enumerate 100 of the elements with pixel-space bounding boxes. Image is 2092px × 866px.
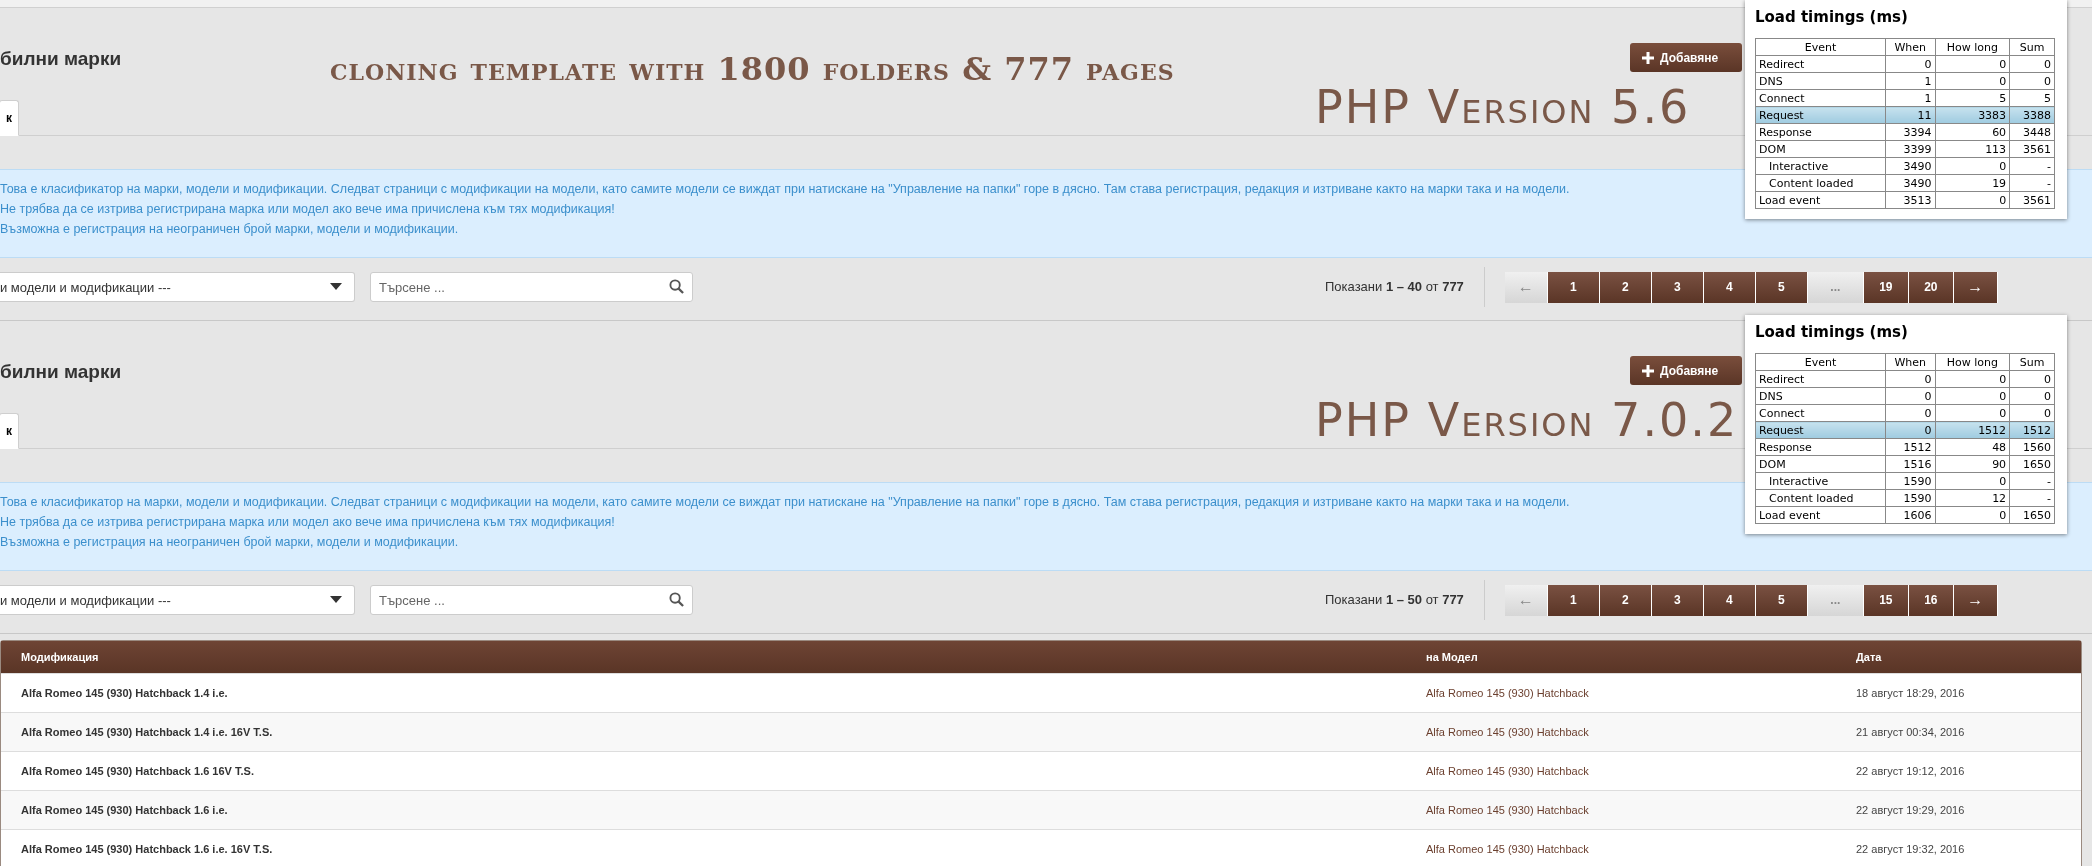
table-cell: 0	[1885, 370, 1935, 388]
table-cell: 1	[1885, 72, 1935, 90]
column-header: на Модел	[1426, 651, 1479, 663]
page-button[interactable]: 4	[1703, 584, 1756, 616]
page-button[interactable]: 5	[1755, 584, 1808, 616]
info-text: Не трябва да се изтрива регистрирана марка или модел ако вече има причислена към тях модификация!	[0, 201, 615, 218]
table-cell: Connect	[1755, 404, 1886, 422]
column-header: Модификация	[21, 651, 100, 663]
page-button[interactable]: 2	[1599, 584, 1652, 616]
panel-title: Load timings (ms)	[1755, 323, 1909, 341]
table-cell: 1512	[1885, 438, 1935, 456]
table-cell: 0	[2009, 404, 2055, 422]
page-button[interactable]: 2	[1599, 271, 1652, 303]
table-cell-text: 22 август 19:29, 2016	[1856, 804, 1966, 816]
table-cell: Connect	[1755, 89, 1886, 107]
panel-title: Load timings (ms)	[1755, 8, 1909, 26]
table-cell: 5	[1935, 89, 2010, 107]
page-title: билни марки	[0, 361, 122, 383]
page-button[interactable]: 1	[1547, 271, 1600, 303]
table-cell: Redirect	[1755, 370, 1886, 388]
page-button[interactable]: 3	[1651, 584, 1704, 616]
search-field[interactable]: Търсене ...	[370, 272, 693, 302]
filter-dropdown[interactable]: и модели и модификации ---	[0, 585, 355, 615]
table-cell: 1590	[1885, 489, 1935, 507]
plus-icon	[1642, 51, 1654, 64]
table-cell-text: Alfa Romeo 145 (930) Hatchback	[1426, 765, 1590, 777]
annotation-text: cloning template with 1800 folders & 777 pages	[330, 50, 1175, 88]
table-cell-text: Alfa Romeo 145 (930) Hatchback 1.4 i.e. 16V T.S.	[21, 726, 274, 738]
table-cell: 0	[1885, 387, 1935, 405]
table-cell: 0	[1885, 404, 1935, 422]
info-text: Не трябва да се изтрива регистрирана марка или модел ако вече има причислена към тях модификация!	[0, 514, 615, 531]
table-cell-text: Alfa Romeo 145 (930) Hatchback 1.4 i.e.	[21, 687, 229, 699]
page-button[interactable]: 15	[1863, 584, 1909, 616]
column-header: How long	[1935, 38, 2010, 56]
table-cell: Response	[1755, 438, 1886, 456]
table-cell: 0	[1935, 157, 2010, 175]
filter-dropdown[interactable]: и модели и модификации ---	[0, 272, 355, 302]
page-button[interactable]: 16	[1908, 584, 1954, 616]
table-cell: 0	[2009, 387, 2055, 405]
column-header: Дата	[1856, 651, 1883, 663]
table-cell-text: Alfa Romeo 145 (930) Hatchback 1.6 i.e. 16V T.S.	[21, 843, 274, 855]
table-cell: 1560	[2009, 438, 2055, 456]
table-cell: 1606	[1885, 506, 1935, 524]
column-header: Event	[1755, 353, 1886, 371]
table-cell: 1650	[2009, 506, 2055, 524]
table-cell: Response	[1755, 123, 1886, 141]
table-cell: 1590	[1885, 472, 1935, 490]
table-cell: 3394	[1885, 123, 1935, 141]
tab[interactable]: к	[0, 100, 19, 136]
table-cell: 90	[1935, 455, 2010, 473]
table-cell: 0	[2009, 72, 2055, 90]
table-cell-text: 22 август 19:32, 2016	[1856, 843, 1966, 855]
page-button[interactable]: 20	[1908, 271, 1954, 303]
table-cell: 19	[1935, 174, 2010, 192]
table-cell: 0	[1935, 404, 2010, 422]
table-cell-text: 18 август 18:29, 2016	[1856, 687, 1966, 699]
table-cell: 1650	[2009, 455, 2055, 473]
page-button[interactable]: 3	[1651, 271, 1704, 303]
table-cell: 5	[2009, 89, 2055, 107]
table-cell: DOM	[1755, 140, 1886, 158]
search-field[interactable]: Търсене ...	[370, 585, 693, 615]
table-cell: -	[2009, 157, 2055, 175]
table-cell: DOM	[1755, 455, 1886, 473]
search-icon	[669, 279, 684, 294]
table-cell: 0	[2009, 370, 2055, 388]
table-cell: -	[2009, 472, 2055, 490]
results-count: Показани 1 – 40 от 777	[1325, 267, 1485, 307]
table-cell-text: Alfa Romeo 145 (930) Hatchback 1.6 i.e.	[21, 804, 229, 816]
table-cell: DNS	[1755, 387, 1886, 405]
page-button[interactable]: →	[1953, 271, 1998, 303]
page-button[interactable]: 4	[1703, 271, 1756, 303]
info-text: Това е класификатор на марки, модели и модификации. Следват страници с модификации на модели, като самите модели се виждат при натискане на "Управление на папки" горе в дясно. Там става регистрация, редакция и изтриване както на марки така и на модели.	[0, 494, 1570, 511]
table-cell-text: Alfa Romeo 145 (930) Hatchback 1.6 16V T.S.	[21, 765, 255, 777]
table-cell: 3399	[1885, 140, 1935, 158]
tab[interactable]: к	[0, 413, 19, 449]
table-cell: 3448	[2009, 123, 2055, 141]
version-label: PHP Version 5.6	[1315, 80, 1691, 134]
table-cell: 0	[2009, 55, 2055, 73]
add-button[interactable]: Добавяне	[1630, 356, 1742, 385]
table-cell-text: Alfa Romeo 145 (930) Hatchback	[1426, 843, 1590, 855]
column-header: When	[1885, 38, 1935, 56]
table-cell: -	[2009, 489, 2055, 507]
table-cell: Interactive	[1755, 472, 1886, 490]
page-button[interactable]: →	[1953, 584, 1998, 616]
table-cell-text: 21 август 00:34, 2016	[1856, 726, 1966, 738]
page-button[interactable]: 19	[1863, 271, 1909, 303]
page-button[interactable]: 5	[1755, 271, 1808, 303]
table-cell: Content loaded	[1755, 489, 1886, 507]
table-cell: 1516	[1885, 455, 1935, 473]
page-button[interactable]: 1	[1547, 584, 1600, 616]
table-cell: 3490	[1885, 174, 1935, 192]
column-header: When	[1885, 353, 1935, 371]
info-text: Възможна е регистрация на неограничен брой марки, модели и модификации.	[0, 534, 459, 551]
table-cell: 0	[1935, 72, 2010, 90]
table-cell-text: Alfa Romeo 145 (930) Hatchback	[1426, 726, 1590, 738]
table-cell: 0	[1885, 55, 1935, 73]
add-button[interactable]: Добавяне	[1630, 43, 1742, 72]
table-cell: 0	[1935, 387, 2010, 405]
page-title: билни марки	[0, 48, 122, 70]
column-header: Sum	[2009, 38, 2055, 56]
